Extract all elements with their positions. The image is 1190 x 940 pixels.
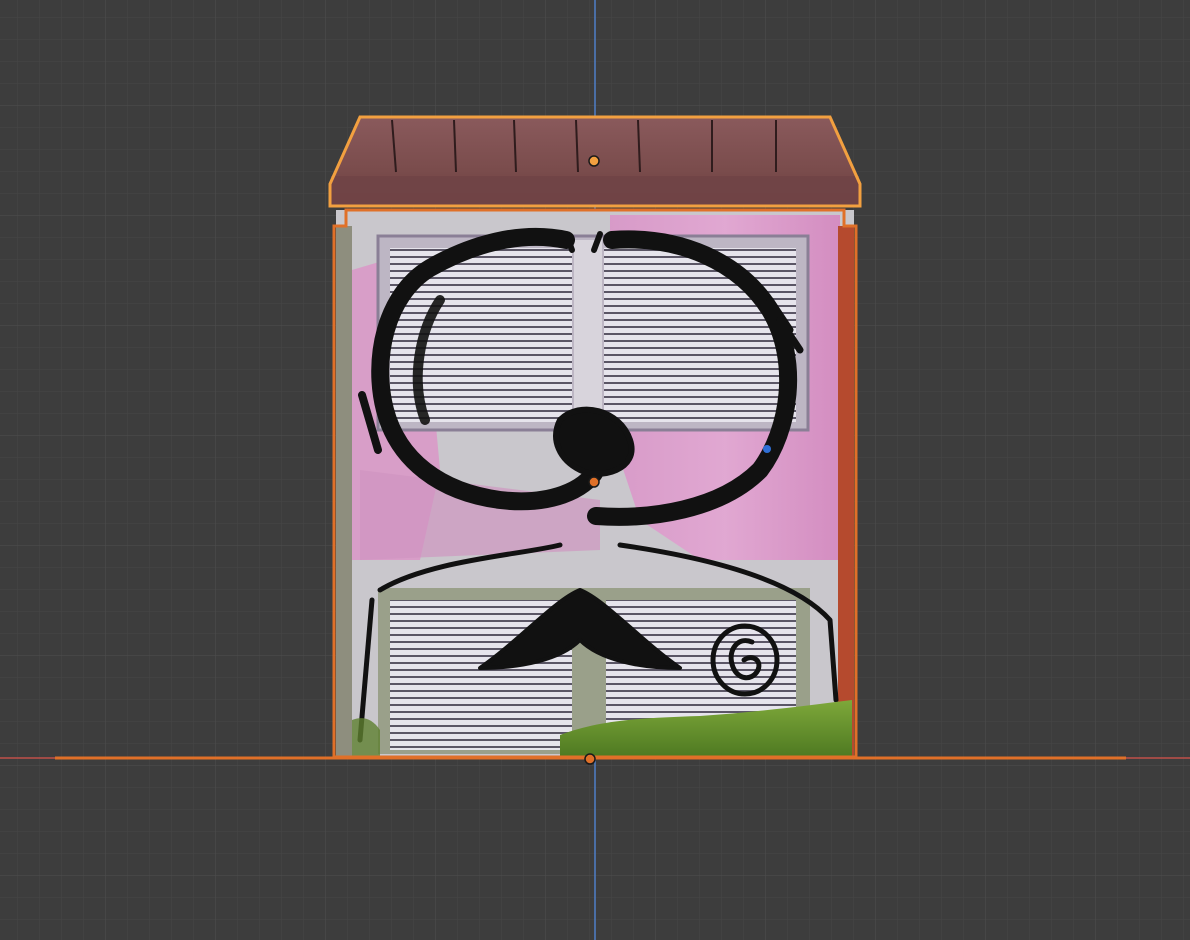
body-origin-dot[interactable] (588, 476, 600, 488)
roof-origin-dot[interactable] (588, 155, 600, 167)
wall-side-right (838, 226, 854, 756)
roof-eave (331, 176, 859, 205)
ground-origin-dot[interactable] (584, 753, 596, 765)
upper-vent-divider (574, 240, 602, 428)
upper-vent-right (604, 248, 796, 422)
wall-side-left (336, 226, 352, 756)
light-dot-icon[interactable] (763, 445, 771, 453)
3d-viewport[interactable] (0, 0, 1190, 940)
